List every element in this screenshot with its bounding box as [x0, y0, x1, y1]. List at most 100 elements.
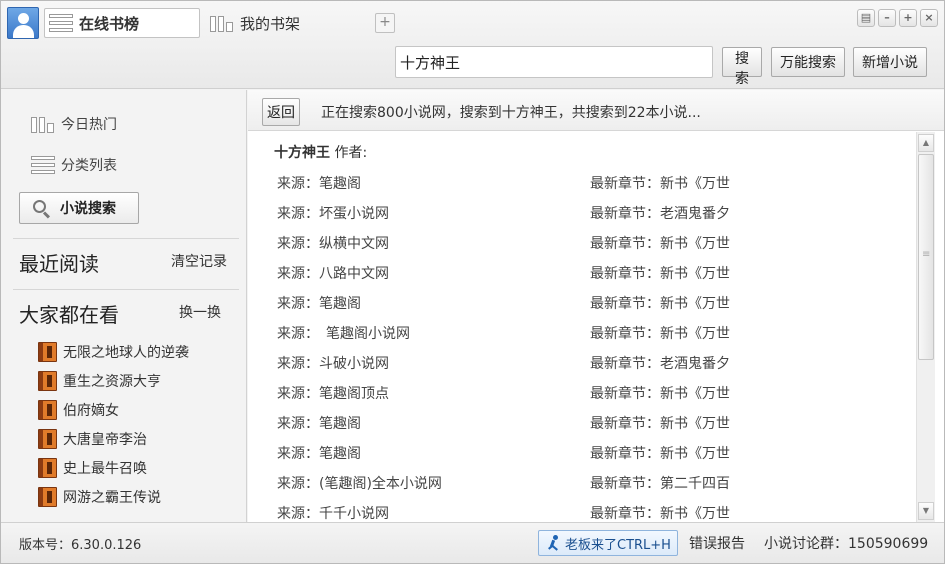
source-cell: 来源：(笔趣阁)全本小说网: [277, 476, 442, 492]
popular-book-item[interactable]: 大唐皇帝李治: [38, 428, 147, 450]
bookshelf-icon: [210, 14, 236, 32]
search-status-bar: 返回 正在搜索800小说网，搜索到十方神王，共搜索到22本小说...: [248, 90, 944, 131]
sidebar-item-label: 今日热门: [61, 117, 117, 133]
list-icon: [49, 14, 73, 32]
avatar-body: [13, 25, 34, 38]
minimize-icon[interactable]: –: [878, 9, 896, 27]
user-avatar[interactable]: [7, 7, 39, 39]
recent-reading-title: 最近阅读: [19, 252, 99, 276]
table-row[interactable]: 来源：千千小说网 最新章节：新书《万世: [248, 498, 914, 522]
book-title: 史上最牛召唤: [63, 461, 147, 477]
scroll-up-icon[interactable]: ▲: [918, 134, 934, 152]
maximize-icon[interactable]: +: [899, 9, 917, 27]
tab-label: 我的书架: [240, 14, 301, 33]
clear-history-link[interactable]: 清空记录: [171, 251, 227, 271]
footer-bar: 版本号：6.30.0.126 老板来了CTRL+H 错误报告 小说讨论群：150…: [1, 522, 944, 563]
book-title: 无限之地球人的逆袭: [63, 345, 189, 361]
window-controls: ▤ – + ×: [857, 9, 938, 27]
table-row[interactable]: 来源：笔趣阁顶点 最新章节：新书《万世: [248, 378, 914, 408]
results-list: 十方神王 作者: 来源：笔趣阁 最新章节：新书《万世 来源：坏蛋小说网 最新章节…: [248, 132, 914, 522]
search-button[interactable]: 搜索: [722, 47, 762, 87]
scroll-down-icon[interactable]: ▼: [918, 502, 934, 520]
list-icon: [31, 156, 55, 174]
discussion-group-text: 小说讨论群：150590699: [764, 536, 929, 552]
search-icon: [32, 199, 52, 219]
table-row[interactable]: 来源：八路中文网 最新章节：新书《万世: [248, 258, 914, 288]
divider: [13, 289, 239, 290]
source-cell: 来源：笔趣阁: [277, 296, 361, 312]
table-row[interactable]: 来源：笔趣阁 最新章节：新书《万世: [248, 288, 914, 318]
latest-chapter-cell: 最新章节：新书《万世: [590, 446, 730, 462]
tab-label: 在线书榜: [79, 14, 140, 33]
book-title: 伯府嫡女: [63, 403, 119, 419]
source-cell: 来源： 笔趣阁小说网: [277, 326, 410, 342]
sidebar-item-novel-search[interactable]: 小说搜索: [19, 192, 139, 224]
table-row[interactable]: 来源：纵横中文网 最新章节：新书《万世: [248, 228, 914, 258]
popular-book-item[interactable]: 史上最牛召唤: [38, 457, 147, 479]
book-icon: [38, 429, 57, 449]
result-book-title[interactable]: 十方神王: [274, 145, 330, 161]
table-row[interactable]: 来源：笔趣阁 最新章节：新书《万世: [248, 168, 914, 198]
source-cell: 来源：笔趣阁顶点: [277, 386, 389, 402]
source-cell: 来源：坏蛋小说网: [277, 206, 389, 222]
search-status-text: 正在搜索800小说网，搜索到十方神王，共搜索到22本小说...: [321, 105, 701, 121]
book-icon: [38, 371, 57, 391]
book-icon: [38, 400, 57, 420]
latest-chapter-cell: 最新章节：新书《万世: [590, 236, 730, 252]
source-cell: 来源：笔趣阁: [277, 176, 361, 192]
add-novel-button[interactable]: 新增小说: [853, 47, 927, 77]
error-report-link[interactable]: 错误报告: [689, 533, 745, 553]
main-panel: 返回 正在搜索800小说网，搜索到十方神王，共搜索到22本小说... 十方神王 …: [248, 90, 944, 522]
top-bar: 在线书榜 我的书架 + ▤ – + × 搜索 万能搜索 新增小说: [1, 1, 944, 89]
sidebar-item-category-list[interactable]: 分类列表: [31, 155, 117, 175]
skin-icon[interactable]: ▤: [857, 9, 875, 27]
bookshelf-icon: [31, 115, 57, 133]
latest-chapter-cell: 最新章节：新书《万世: [590, 326, 730, 342]
results-scrollbar[interactable]: ▲ ▼: [916, 132, 935, 522]
popular-book-item[interactable]: 无限之地球人的逆袭: [38, 341, 189, 363]
table-row[interactable]: 来源：笔趣阁 最新章节：新书《万世: [248, 408, 914, 438]
back-button[interactable]: 返回: [262, 98, 300, 126]
version-label: 版本号：6.30.0.126: [19, 538, 142, 553]
search-input[interactable]: [395, 46, 713, 78]
app-window: 在线书榜 我的书架 + ▤ – + × 搜索 万能搜索 新增小说: [0, 0, 945, 564]
latest-chapter-cell: 最新章节：新书《万世: [590, 266, 730, 282]
tab-my-bookshelf[interactable]: 我的书架: [206, 8, 366, 38]
latest-chapter-cell: 最新章节：第二千四百: [590, 476, 730, 492]
table-row[interactable]: 来源：(笔趣阁)全本小说网 最新章节：第二千四百: [248, 468, 914, 498]
source-cell: 来源：八路中文网: [277, 266, 389, 282]
latest-chapter-cell: 最新章节：新书《万世: [590, 506, 730, 522]
running-man-icon: [545, 535, 561, 551]
tab-online-ranking[interactable]: 在线书榜: [44, 8, 200, 38]
latest-chapter-cell: 最新章节：新书《万世: [590, 416, 730, 432]
source-cell: 来源：斗破小说网: [277, 356, 389, 372]
popular-book-item[interactable]: 伯府嫡女: [38, 399, 119, 421]
boss-key-label: 老板来了CTRL+H: [565, 537, 671, 553]
sidebar-item-today-hot[interactable]: 今日热门: [31, 114, 117, 134]
table-row[interactable]: 来源：坏蛋小说网 最新章节：老酒鬼番夕: [248, 198, 914, 228]
source-cell: 来源：千千小说网: [277, 506, 389, 522]
global-search-button[interactable]: 万能搜索: [771, 47, 845, 77]
popular-title: 大家都在看: [19, 303, 119, 327]
book-icon: [38, 487, 57, 507]
table-row[interactable]: 来源： 笔趣阁小说网 最新章节：新书《万世: [248, 318, 914, 348]
source-cell: 来源：笔趣阁: [277, 446, 361, 462]
scroll-thumb[interactable]: [918, 154, 934, 360]
book-title: 网游之霸王传说: [63, 490, 161, 506]
source-cell: 来源：笔趣阁: [277, 416, 361, 432]
refresh-popular-link[interactable]: 换一换: [179, 302, 221, 322]
table-row[interactable]: 来源：笔趣阁 最新章节：新书《万世: [248, 438, 914, 468]
author-label: 作者:: [334, 145, 368, 161]
latest-chapter-cell: 最新章节：老酒鬼番夕: [590, 356, 730, 372]
latest-chapter-cell: 最新章节：新书《万世: [590, 176, 730, 192]
boss-key-button[interactable]: 老板来了CTRL+H: [538, 530, 678, 556]
popular-book-item[interactable]: 重生之资源大亨: [38, 370, 161, 392]
add-tab-button[interactable]: +: [375, 13, 395, 33]
popular-book-item[interactable]: 网游之霸王传说: [38, 486, 161, 508]
close-icon[interactable]: ×: [920, 9, 938, 27]
table-row[interactable]: 来源：斗破小说网 最新章节：老酒鬼番夕: [248, 348, 914, 378]
result-book-header: 十方神王 作者:: [274, 142, 367, 162]
sidebar-item-label: 分类列表: [61, 158, 117, 174]
avatar-head: [18, 13, 29, 24]
sidebar-item-label: 小说搜索: [60, 201, 116, 217]
